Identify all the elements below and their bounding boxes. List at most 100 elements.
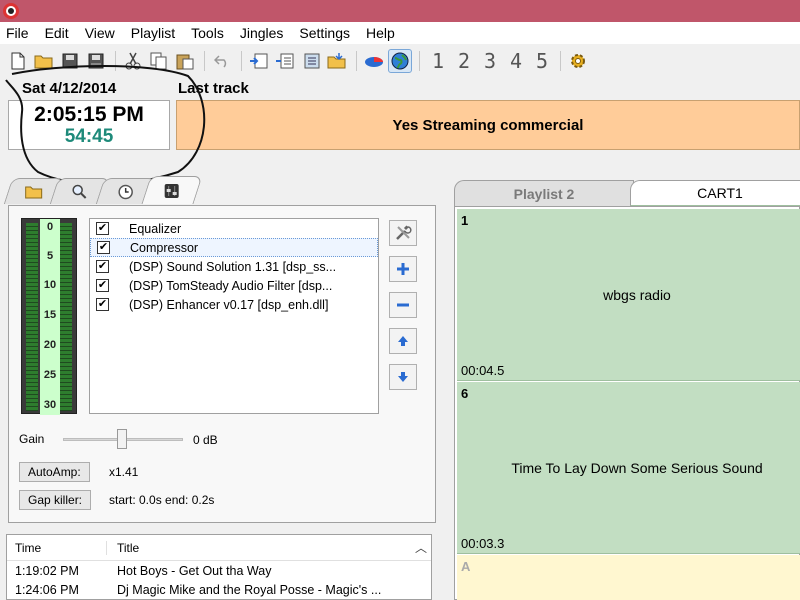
history-row[interactable]: 1:24:06 PM Dj Magic Mike and the Royal P… [7,580,431,599]
cart-duration: 00:04.5 [461,363,505,378]
dsp-plugin-checkbox[interactable]: ✔ [96,260,109,273]
history-title: Hot Boys - Get Out tha Way [117,563,272,578]
cart-key: 6 [461,386,469,401]
scroll-up-icon[interactable]: ︿ [415,539,427,556]
move-down-button[interactable] [389,364,417,390]
insert-track-icon[interactable] [247,49,271,73]
tab-dsp[interactable] [141,176,203,204]
arrow-down-icon [398,372,408,382]
toolbar: 1 2 3 4 5 [0,46,800,76]
cart-slot[interactable]: A [457,555,800,600]
cart-key: A [461,559,471,574]
history-title: Dj Magic Mike and the Royal Posse - Magi… [117,582,382,597]
gain-slider-thumb[interactable] [117,429,127,449]
dsp-plugin-row[interactable]: ✔ (DSP) TomSteady Audio Filter [dsp... [90,276,378,295]
menu-edit[interactable]: Edit [37,22,77,44]
cart-page-1-button[interactable]: 1 [425,49,451,73]
search-tab-icon [72,184,87,199]
autoamp-button[interactable]: AutoAmp: [19,462,90,482]
vu-scale-tick: 20 [43,339,57,351]
time-remaining: 54:45 [64,126,114,147]
toolbar-separator [204,51,205,71]
menu-jingles[interactable]: Jingles [232,22,292,44]
dsp-plugin-row[interactable]: ✔ Equalizer [90,219,378,238]
save-icon[interactable] [58,49,82,73]
history-time: 1:19:02 PM [15,563,79,578]
cart-slot[interactable]: 1 wbgs radio 00:04.5 [457,209,800,381]
vu-scale-tick: 30 [43,399,57,411]
last-track-title: Yes Streaming commercial [392,116,584,134]
tab-cart1[interactable]: CART1 [630,180,800,206]
dsp-plugin-checkbox[interactable]: ✔ [96,222,109,235]
toolbar-separator [241,51,242,71]
current-date: Sat 4/12/2014 [22,80,117,97]
undo-icon[interactable] [210,49,234,73]
left-tabs [3,176,203,206]
tools-icon [396,225,412,240]
history-header: Time Title ︿ [7,535,431,561]
dsp-plugin-checkbox[interactable]: ✔ [96,279,109,292]
dsp-plugin-row[interactable]: ✔ (DSP) Enhancer v0.17 [dsp_enh.dll] [90,295,378,314]
vu-scale-tick: 5 [46,250,54,262]
gap-killer-value: start: 0.0s end: 0.2s [109,493,215,507]
globe-icon[interactable] [388,49,412,73]
vu-meter-left-channel [26,223,38,411]
insert-playlist-icon[interactable] [299,49,323,73]
menu-help[interactable]: Help [358,22,403,44]
cart-slot[interactable]: 6 Time To Lay Down Some Serious Sound 00… [457,382,800,554]
dsp-panel: 0 5 10 15 20 25 30 ✔ Equalizer ✔ Compres… [0,170,440,525]
vu-scale-tick: 10 [43,279,57,291]
current-time: 2:05:15 PM [34,103,144,126]
gap-killer-button[interactable]: Gap killer: [19,490,92,510]
dsp-plugin-checkbox[interactable]: ✔ [96,298,109,311]
menu-settings[interactable]: Settings [291,22,358,44]
dsp-plugin-name: Compressor [130,240,199,255]
remove-plugin-button[interactable] [389,292,417,318]
gain-label: Gain [19,432,45,446]
menu-view[interactable]: View [77,22,123,44]
cut-icon[interactable] [121,49,145,73]
clock-tab-icon [118,184,134,199]
configure-plugin-button[interactable] [389,220,417,246]
history-column-time[interactable]: Time [7,540,107,555]
open-folder-icon[interactable] [32,49,56,73]
vu-scale-tick: 0 [46,221,54,233]
cart-grid: 1 wbgs radio 00:04.5 6 Time To Lay Down … [454,206,800,600]
dsp-plugin-row[interactable]: ✔ Compressor [90,238,378,257]
app-logo-icon[interactable] [2,2,20,20]
minus-icon [397,303,409,307]
tab-playlist-2[interactable]: Playlist 2 [454,180,634,206]
dsp-plugin-name: (DSP) Enhancer v0.17 [dsp_enh.dll] [129,297,329,312]
vu-scale-tick: 15 [43,309,57,321]
save-all-icon[interactable] [84,49,108,73]
cart-page-2-button[interactable]: 2 [451,49,477,73]
copy-icon[interactable] [147,49,171,73]
gain-value: 0 dB [193,433,218,447]
cart-panel: Playlist 2 CART1 1 wbgs radio 00:04.5 6 … [444,170,800,600]
history-row[interactable]: 1:19:02 PM Hot Boys - Get Out tha Way [7,561,431,580]
paste-icon[interactable] [173,49,197,73]
cart-duration: 00:03.3 [461,536,505,551]
dsp-plugin-list: ✔ Equalizer ✔ Compressor ✔ (DSP) Sound S… [89,218,379,414]
history-time: 1:24:06 PM [15,582,79,597]
dsp-plugin-row[interactable]: ✔ (DSP) Sound Solution 1.31 [dsp_ss... [90,257,378,276]
settings-gear-icon[interactable] [566,49,590,73]
last-track-label: Last track [178,80,249,97]
cart-page-4-button[interactable]: 4 [503,49,529,73]
insert-folder-icon[interactable] [325,49,349,73]
history-column-title[interactable]: Title [107,541,139,555]
dsp-plugin-checkbox[interactable]: ✔ [97,241,110,254]
pie-chart-icon[interactable] [362,49,386,73]
dsp-plugin-name: Equalizer [129,221,182,236]
add-plugin-button[interactable] [389,256,417,282]
move-up-button[interactable] [389,328,417,354]
menu-tools[interactable]: Tools [183,22,232,44]
new-file-icon[interactable] [6,49,30,73]
cart-page-3-button[interactable]: 3 [477,49,503,73]
insert-list-icon[interactable] [273,49,297,73]
toolbar-separator [356,51,357,71]
vu-scale-tick: 25 [43,369,57,381]
menu-playlist[interactable]: Playlist [123,22,183,44]
menu-file[interactable]: File [0,22,37,44]
cart-page-5-button[interactable]: 5 [529,49,555,73]
